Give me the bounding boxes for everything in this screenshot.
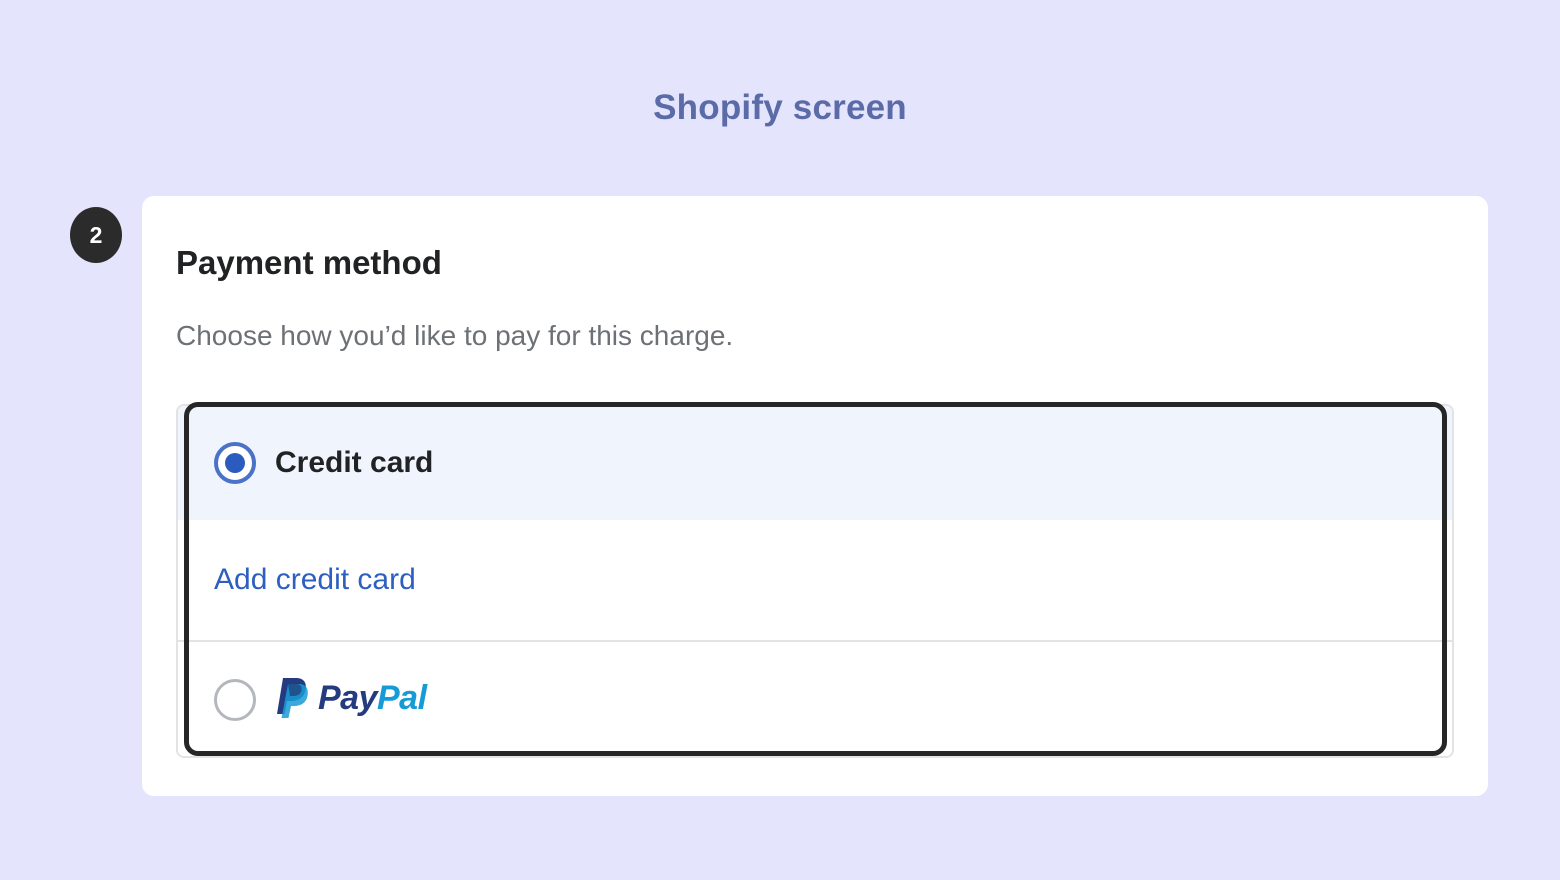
paypal-wordmark-pal: Pal xyxy=(377,679,427,717)
option-credit-card[interactable]: Credit card xyxy=(178,406,1452,520)
paypal-wordmark-pay: Pay xyxy=(318,679,378,717)
payment-method-card: Payment method Choose how you’d like to … xyxy=(142,196,1488,796)
credit-card-label: Credit card xyxy=(275,446,434,479)
option-paypal[interactable]: PayPal xyxy=(178,640,1452,756)
add-credit-card-link[interactable]: Add credit card xyxy=(214,563,416,597)
step-number-badge: 2 xyxy=(70,207,122,263)
payment-options-list: Credit card Add credit card PayPal xyxy=(176,404,1454,758)
credit-card-radio[interactable] xyxy=(214,442,256,484)
card-subtitle: Choose how you’d like to pay for this ch… xyxy=(176,320,734,351)
card-title: Payment method xyxy=(176,244,442,281)
paypal-logo: PayPal xyxy=(274,676,427,720)
paypal-wordmark: PayPal xyxy=(318,681,427,715)
screen-title: Shopify screen xyxy=(653,88,907,127)
paypal-radio[interactable] xyxy=(214,679,256,721)
add-credit-card-row: Add credit card xyxy=(178,520,1452,640)
paypal-p-icon xyxy=(277,678,308,718)
